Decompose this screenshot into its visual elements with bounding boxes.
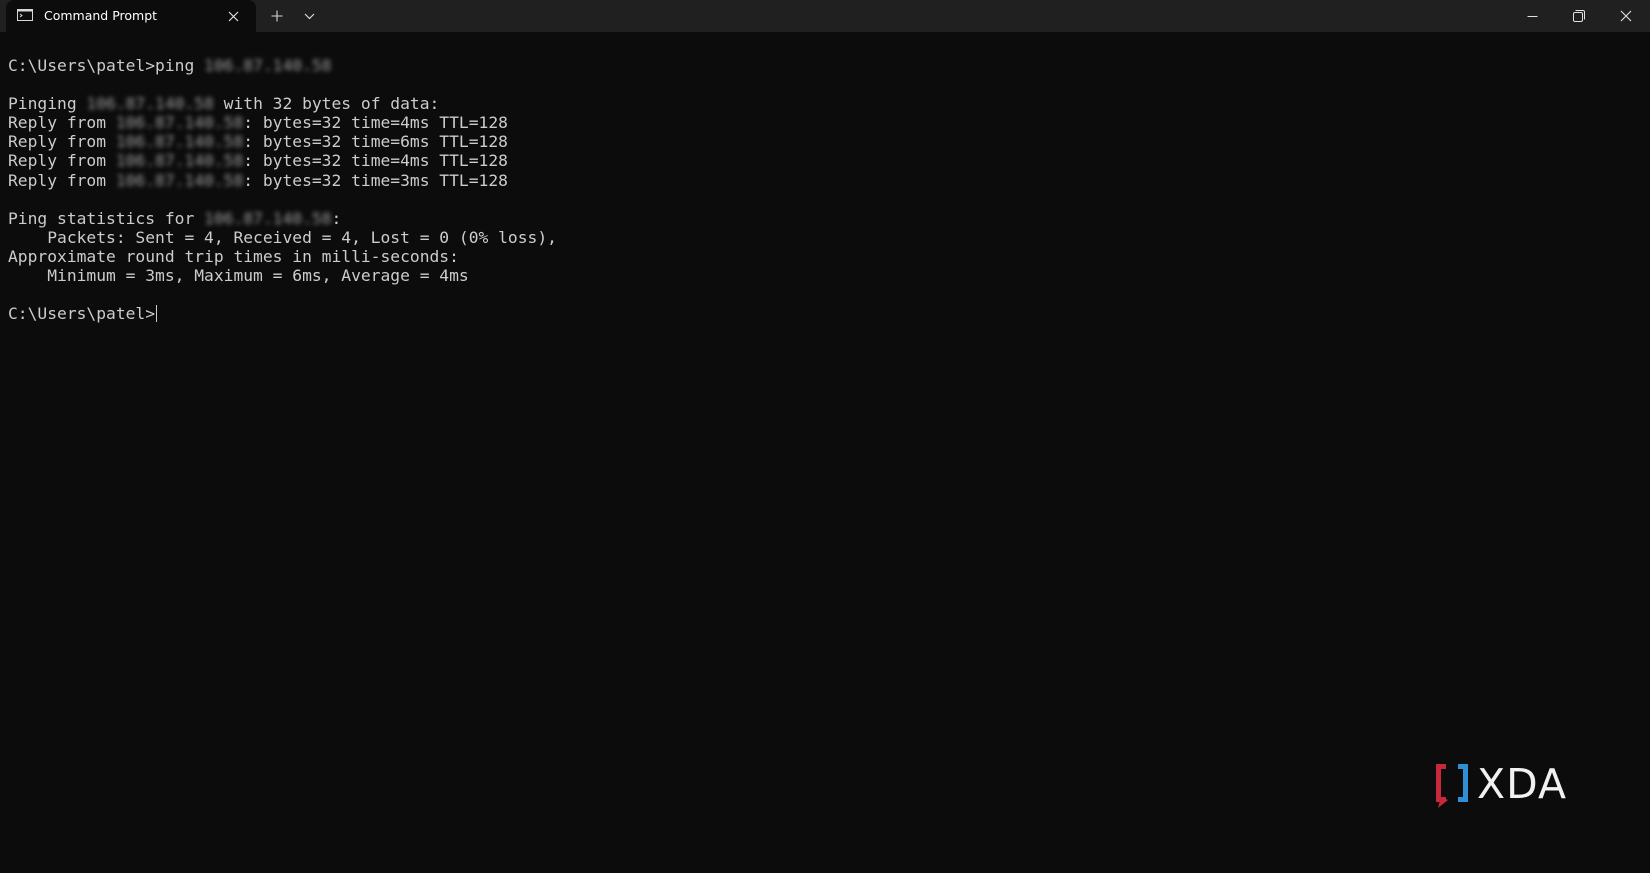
terminal-line: Pinging 106.87.140.58 with 32 bytes of d…	[8, 94, 557, 113]
terminal-text: Ping statistics for	[8, 208, 205, 228]
text-cursor	[156, 305, 158, 323]
restore-button[interactable]	[1556, 0, 1602, 32]
redacted-ip-address: 106.87.140.58	[204, 56, 332, 75]
tab-title: Command Prompt	[44, 8, 158, 23]
terminal-text: Minimum = 3ms, Maximum = 6ms, Average = …	[8, 266, 469, 286]
plus-icon	[271, 10, 283, 22]
terminal-text: Approximate round trip times in milli-se…	[8, 246, 459, 266]
terminal-text: : bytes=32 time=3ms TTL=128	[243, 170, 508, 190]
terminal-text: Reply from	[8, 113, 116, 133]
watermark-text: XDA	[1477, 760, 1567, 808]
terminal-text: Reply from	[8, 132, 116, 152]
terminal-text: with 32 bytes of data:	[213, 94, 440, 114]
terminal-text: C:\Users\patel>	[8, 304, 156, 324]
minimize-button[interactable]	[1509, 0, 1555, 32]
terminal-line: Reply from 106.87.140.58: bytes=32 time=…	[8, 151, 557, 170]
tab-dropdown-button[interactable]	[297, 4, 321, 28]
terminal-line: Ping statistics for 106.87.140.58:	[8, 209, 557, 228]
terminal-text: Reply from	[8, 151, 116, 171]
terminal-output-area[interactable]: C:\Users\patel>ping 106.87.140.58 Pinging…	[0, 32, 1650, 873]
chevron-down-icon	[304, 13, 314, 19]
restore-icon	[1573, 10, 1585, 22]
redacted-ip-address: 106.87.140.58	[115, 132, 244, 152]
terminal-line: Reply from 106.87.140.58: bytes=32 time=…	[8, 113, 557, 132]
terminal-line: Approximate round trip times in milli-se…	[8, 247, 557, 266]
terminal-line: Minimum = 3ms, Maximum = 6ms, Average = …	[8, 266, 557, 285]
terminal-line: C:\Users\patel>ping 106.87.140.58	[8, 56, 557, 75]
terminal-lines: C:\Users\patel>ping 106.87.140.58 Pinging…	[8, 56, 557, 323]
terminal-text: : bytes=32 time=4ms TTL=128	[243, 151, 508, 171]
redacted-ip-address: 106.87.140.58	[115, 151, 244, 171]
terminal-text: C:\Users\patel>ping	[8, 56, 205, 75]
terminal-line: C:\Users\patel>	[8, 304, 557, 323]
terminal-icon	[17, 9, 33, 21]
tab-command-prompt[interactable]: Command Prompt	[6, 0, 256, 32]
xda-watermark: XDA	[1432, 760, 1592, 810]
terminal-text: Reply from	[8, 170, 116, 190]
redacted-ip-address: 106.87.140.58	[115, 113, 244, 133]
terminal-line: Reply from 106.87.140.58: bytes=32 time=…	[8, 132, 557, 151]
minimize-icon	[1527, 15, 1537, 17]
terminal-text: : bytes=32 time=4ms TTL=128	[243, 113, 508, 133]
xda-logo-icon	[1436, 764, 1468, 808]
redacted-ip-address: 106.87.140.58	[86, 94, 214, 114]
terminal-text: :	[331, 208, 342, 228]
redacted-ip-address: 106.87.140.58	[204, 208, 332, 228]
terminal-line: Reply from 106.87.140.58: bytes=32 time=…	[8, 171, 557, 190]
new-tab-button[interactable]	[265, 4, 289, 28]
close-icon	[228, 11, 238, 21]
redacted-ip-address: 106.87.140.58	[115, 170, 244, 190]
close-icon	[1620, 10, 1632, 22]
terminal-line: Packets: Sent = 4, Received = 4, Lost = …	[8, 228, 557, 247]
close-window-button[interactable]	[1603, 0, 1649, 32]
terminal-text: Packets: Sent = 4, Received = 4, Lost = …	[8, 227, 557, 247]
title-bar: Command Prompt	[0, 0, 1650, 32]
terminal-text: Pinging	[8, 94, 87, 114]
terminal-text: : bytes=32 time=6ms TTL=128	[243, 132, 508, 152]
close-tab-button[interactable]	[224, 7, 242, 25]
